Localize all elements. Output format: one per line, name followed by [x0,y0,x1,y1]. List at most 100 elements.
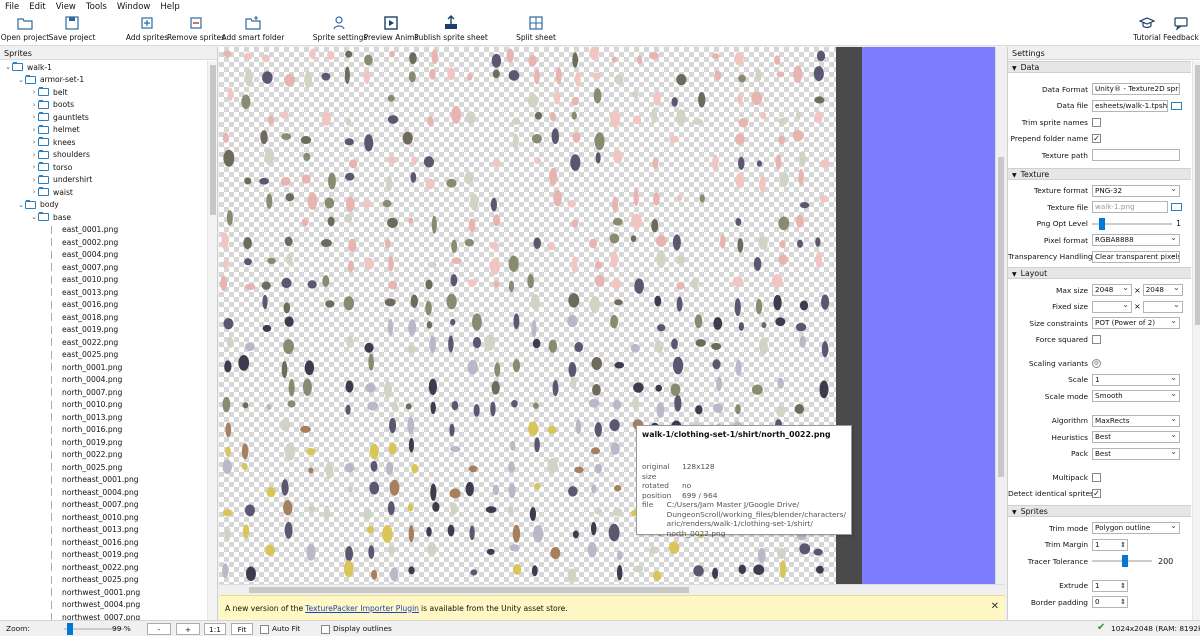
display-outlines-toggle[interactable]: Display outlines [321,623,392,635]
add-smart-folder-button[interactable]: Add smart folder [222,15,284,45]
detect-identical-checkbox[interactable]: ✓ [1092,489,1101,499]
folder-icon[interactable] [1171,101,1182,110]
canvas-horizontal-scrollbar[interactable] [219,584,1005,595]
folder-icon[interactable] [1171,203,1182,212]
png-opt-level-slider[interactable] [1092,217,1172,230]
section-layout[interactable]: ▼ Layout [1008,267,1191,279]
scale-mode-select[interactable]: Smooth [1092,390,1180,403]
settings-scrollbar[interactable] [1192,61,1200,620]
tree-folder[interactable]: › gauntlets [0,111,206,124]
tracer-tolerance-slider[interactable] [1092,555,1152,568]
tree-file[interactable]: northeast_0010.png [0,511,206,524]
trim-margin-spinbox[interactable]: 1 [1092,538,1128,551]
chevron-icon[interactable]: › [30,176,38,184]
section-sprites[interactable]: ▼ Sprites [1008,505,1191,517]
tree-file[interactable]: north_0013.png [0,411,206,424]
zoom-slider-knob[interactable] [66,623,73,635]
texture-path-field[interactable] [1092,149,1180,162]
chevron-icon[interactable]: › [30,163,38,171]
tree-file[interactable]: north_0010.png [0,399,206,412]
fixed-height-select[interactable] [1142,300,1183,313]
menu-edit[interactable]: Edit [24,2,50,12]
tree-folder[interactable]: › waist [0,186,206,199]
auto-fit-checkbox[interactable] [260,624,269,634]
zoom-1to1-button[interactable]: 1:1 [204,623,226,635]
sprite-sheet-canvas[interactable] [219,47,1005,584]
tree-file[interactable]: north_0001.png [0,361,206,374]
split-sheet-button[interactable]: Split sheet [516,15,556,45]
size-constraints-select[interactable]: POT (Power of 2) [1092,317,1180,330]
chevron-icon[interactable]: ⌄ [4,63,12,71]
chevron-icon[interactable]: › [30,88,38,96]
canvas-vscroll-thumb[interactable] [998,157,1004,477]
tree-file[interactable]: east_0002.png [0,236,206,249]
chevron-icon[interactable]: › [30,101,38,109]
texture-file-field[interactable]: walk-1.png [1092,201,1168,214]
tree-folder[interactable]: ⌄ walk-1 [0,61,206,74]
chevron-icon[interactable]: ⌄ [30,213,38,221]
preview-anims-button[interactable]: Preview Anims [364,15,418,45]
section-data[interactable]: ▼ Data [1008,61,1191,73]
tree-folder[interactable]: › knees [0,136,206,149]
tree-file[interactable]: northeast_0019.png [0,549,206,562]
feedback-button[interactable]: Feedback [1163,15,1199,45]
section-texture[interactable]: ▼ Texture [1008,167,1191,180]
tree-file[interactable]: northwest_0007.png [0,611,206,620]
sprite-settings-button[interactable]: Sprite settings [313,15,367,45]
tree-file[interactable]: north_0004.png [0,374,206,387]
chevron-icon[interactable]: ⌄ [17,201,25,209]
heuristics-select[interactable]: Best [1092,431,1180,444]
tree-folder[interactable]: › torso [0,161,206,174]
force-squared-checkbox[interactable] [1092,335,1101,345]
scale-select[interactable]: 1 [1092,373,1180,386]
scaling-variants-gear-icon[interactable]: ⚙ [1092,358,1101,368]
zoom-out-button[interactable]: - [147,623,171,635]
menu-view[interactable]: View [51,2,81,12]
pack-select[interactable]: Best [1092,447,1180,460]
transparency-select[interactable]: Clear transparent pixels [1092,250,1180,263]
tree-file[interactable]: north_0025.png [0,461,206,474]
trim-mode-select[interactable]: Polygon outline [1092,522,1180,535]
tree-file[interactable]: northeast_0016.png [0,536,206,549]
tree-file[interactable]: northeast_0007.png [0,499,206,512]
fixed-width-select[interactable] [1092,300,1132,313]
menu-file[interactable]: File [0,2,24,12]
chevron-icon[interactable]: ⌄ [17,76,25,84]
chevron-icon[interactable]: › [30,188,38,196]
tree-file[interactable]: east_0001.png [0,224,206,237]
tree-file[interactable]: northeast_0001.png [0,474,206,487]
chevron-icon[interactable]: › [30,151,38,159]
tree-folder[interactable]: › shoulders [0,149,206,162]
tree-folder[interactable]: ⌄ body [0,199,206,212]
open-project-button[interactable]: Open project [1,15,49,45]
publish-sprite-sheet-button[interactable]: Publish sprite sheet [414,15,488,45]
tree-folder[interactable]: › belt [0,86,206,99]
texture-format-select[interactable]: PNG-32 [1092,184,1180,197]
chevron-icon[interactable]: › [30,113,38,121]
multipack-checkbox[interactable] [1092,472,1101,482]
tree-file[interactable]: east_0019.png [0,324,206,337]
menu-tools[interactable]: Tools [81,2,112,12]
remove-sprites-button[interactable]: Remove sprites [167,15,225,45]
algorithm-select[interactable]: MaxRects [1092,414,1180,427]
tree-file[interactable]: northwest_0004.png [0,599,206,612]
settings-scroll-thumb[interactable] [1195,65,1200,325]
tree-file[interactable]: east_0025.png [0,349,206,362]
importer-plugin-link[interactable]: TexturePacker Importer Plugin [305,604,419,613]
tree-file[interactable]: northwest_0001.png [0,586,206,599]
sprites-scroll-thumb[interactable] [210,65,216,215]
add-sprites-button[interactable]: Add sprites [126,15,168,45]
tutorial-button[interactable]: Tutorial [1132,15,1162,45]
border-padding-spinbox[interactable]: 0 [1092,596,1128,609]
tree-file[interactable]: east_0010.png [0,274,206,287]
tree-folder[interactable]: › undershirt [0,174,206,187]
tree-file[interactable]: east_0013.png [0,286,206,299]
save-project-button[interactable]: Save project [49,15,95,45]
tree-file[interactable]: north_0019.png [0,436,206,449]
data-format-field[interactable]: Unity® - Texture2D sprite s [1092,83,1180,96]
tree-file[interactable]: northeast_0013.png [0,524,206,537]
tracer-tolerance-knob[interactable] [1121,555,1128,568]
png-opt-level-knob[interactable] [1099,217,1106,230]
extrude-spinbox[interactable]: 1 [1092,579,1128,592]
tree-file[interactable]: east_0022.png [0,336,206,349]
